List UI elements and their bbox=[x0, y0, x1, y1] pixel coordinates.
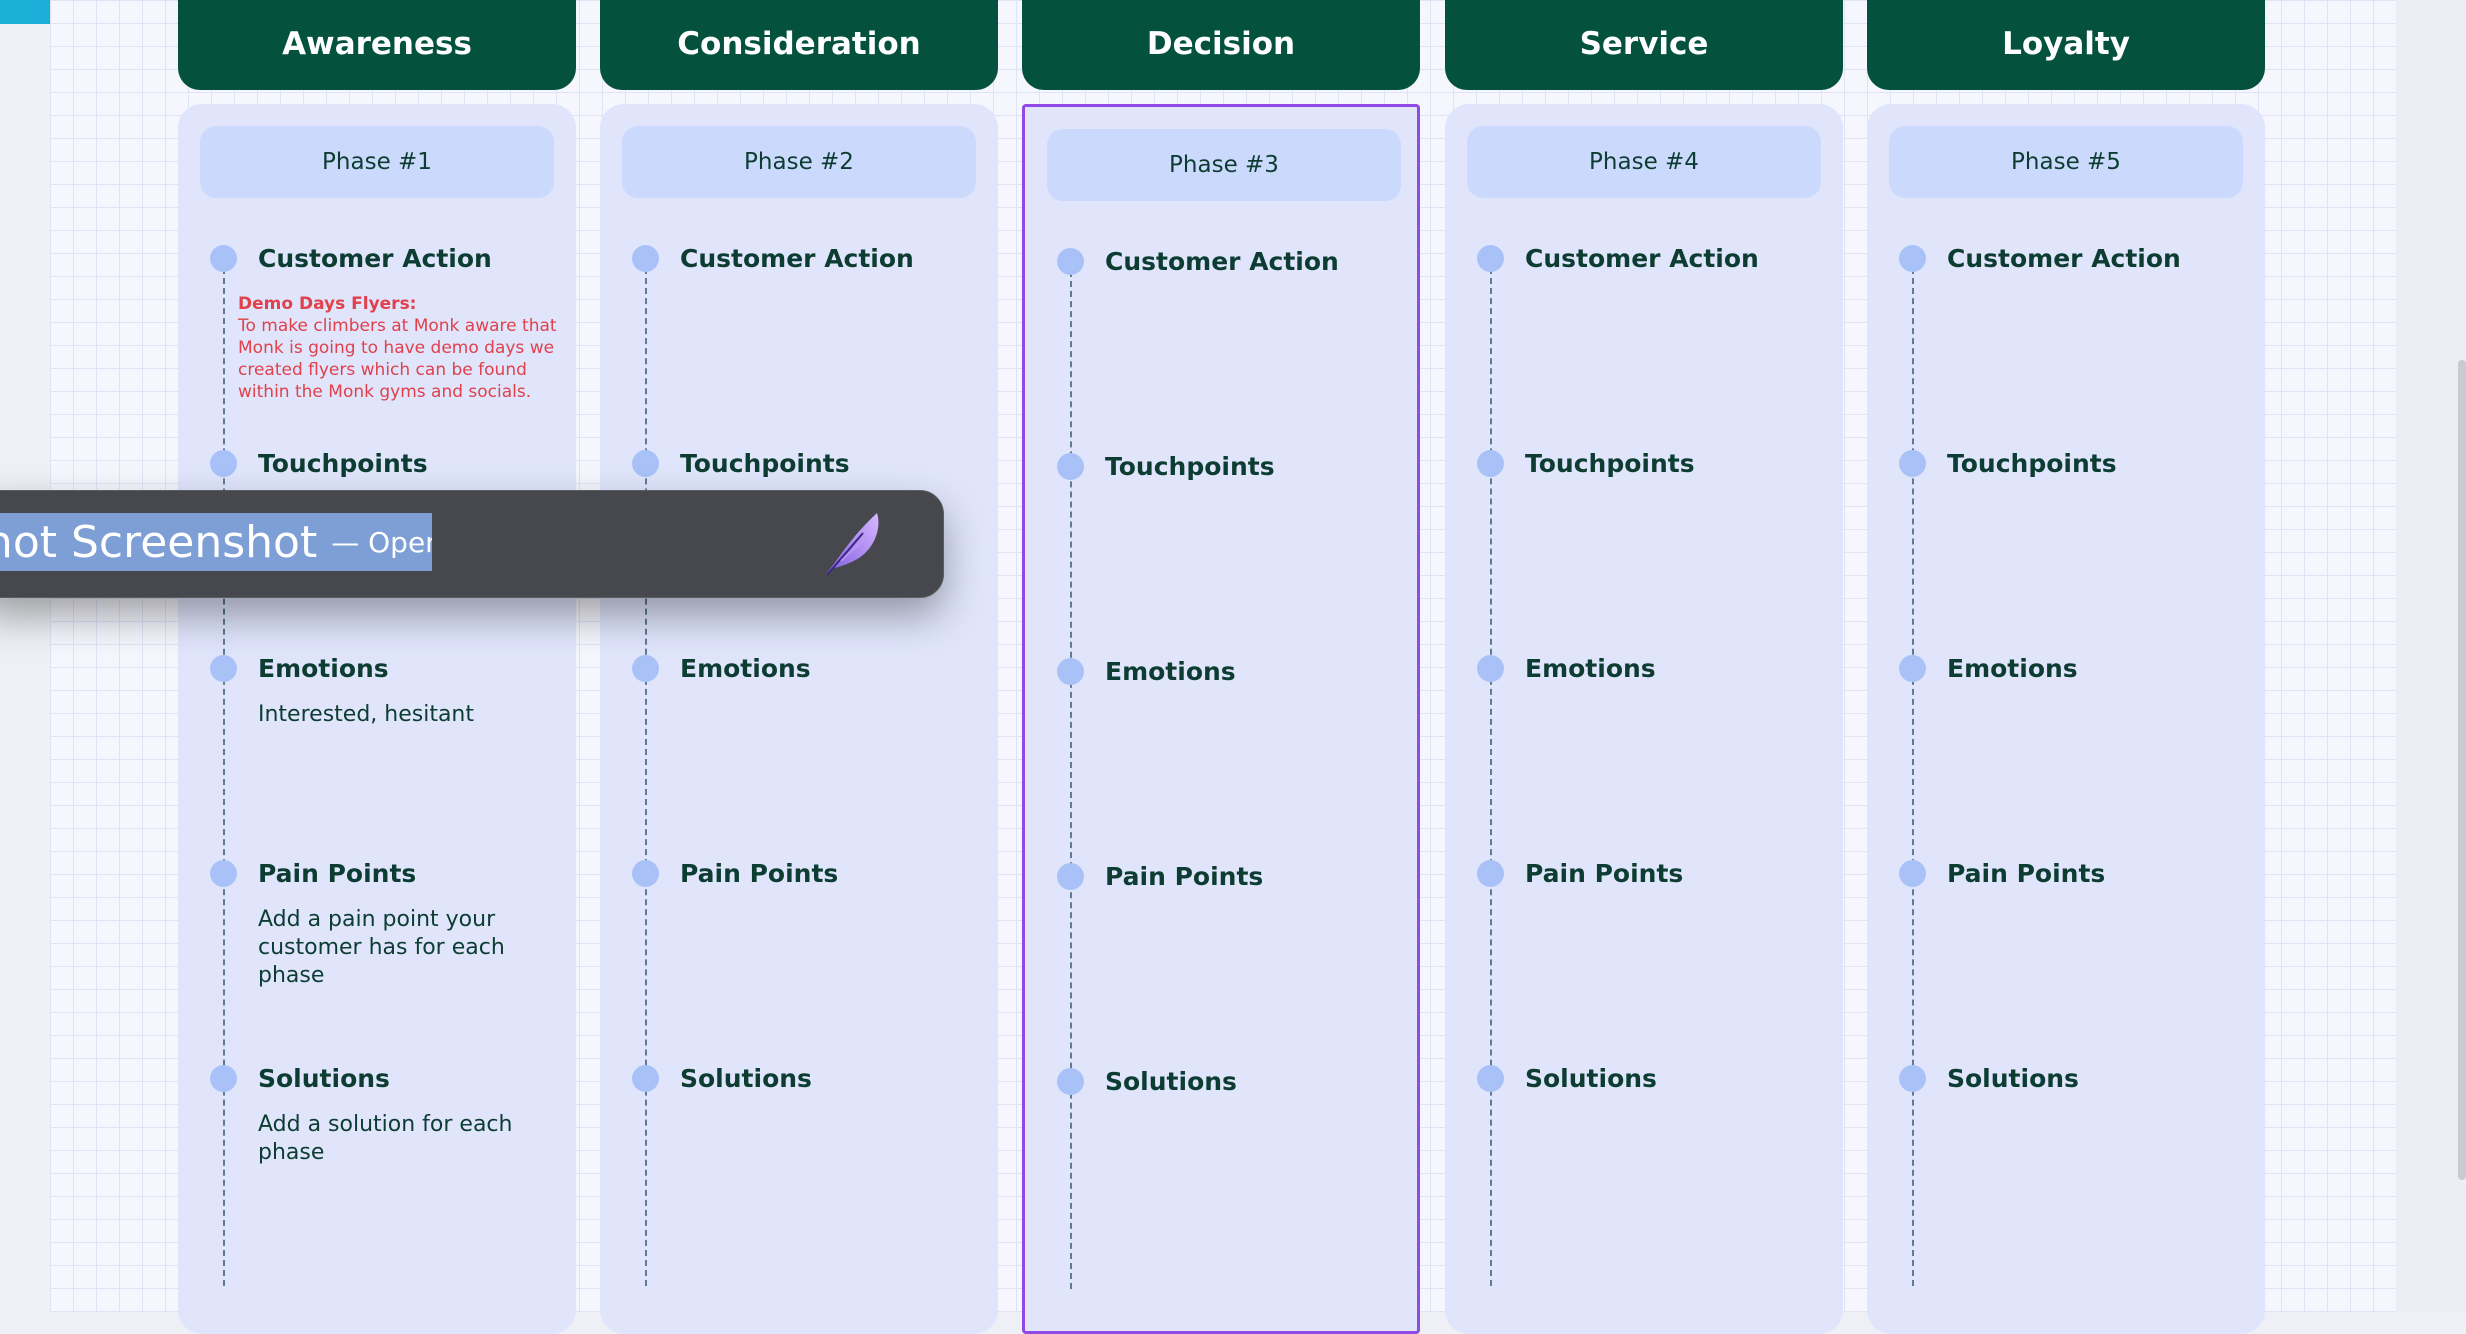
timeline-dot-icon bbox=[210, 245, 237, 272]
timeline-dot-icon bbox=[1899, 245, 1926, 272]
phase-label[interactable]: Phase #5 bbox=[1889, 126, 2243, 198]
section-title: Pain Points bbox=[1525, 859, 1684, 888]
note-title: Demo Days Flyers: bbox=[238, 294, 417, 314]
phase-label[interactable]: Phase #3 bbox=[1047, 129, 1401, 201]
section-title: Touchpoints bbox=[1525, 449, 1695, 478]
timeline-dot-icon bbox=[1477, 450, 1504, 477]
timeline-dot-icon bbox=[1899, 450, 1926, 477]
timeline-dashed-line bbox=[1070, 261, 1072, 1289]
section-title: Touchpoints bbox=[1105, 452, 1275, 481]
section-title: Emotions bbox=[1105, 657, 1236, 686]
phase-label[interactable]: Phase #1 bbox=[200, 126, 554, 198]
timeline-dot-icon bbox=[210, 450, 237, 477]
stage-card[interactable]: Phase #1 Customer Action Demo Days Flyers:… bbox=[178, 104, 576, 1334]
right-gutter bbox=[2396, 0, 2466, 1312]
section-title: Touchpoints bbox=[258, 449, 428, 478]
stage-card[interactable]: Phase #4 Customer Action Touchpoints Emotio… bbox=[1445, 104, 1843, 1334]
section-title: Solutions bbox=[680, 1064, 812, 1093]
stage-card[interactable]: Phase #2 Customer Action Touchpoints Emotio… bbox=[600, 104, 998, 1334]
timeline-dot-icon bbox=[210, 860, 237, 887]
section-title: Solutions bbox=[1525, 1064, 1657, 1093]
timeline-dot-icon bbox=[632, 450, 659, 477]
section-title: Customer Action bbox=[1105, 247, 1339, 276]
timeline-dot-icon bbox=[1477, 1065, 1504, 1092]
phase-label[interactable]: Phase #4 bbox=[1467, 126, 1821, 198]
section-title: Touchpoints bbox=[680, 449, 850, 478]
timeline-dot-icon bbox=[1477, 245, 1504, 272]
section-title: Customer Action bbox=[258, 244, 492, 273]
section-title: Solutions bbox=[1947, 1064, 2079, 1093]
stage-header[interactable]: Service bbox=[1445, 0, 1843, 90]
timeline-dashed-line bbox=[223, 258, 225, 1286]
launcher-open-action[interactable]: — Open bbox=[331, 526, 432, 559]
timeline-dot-icon bbox=[1057, 863, 1084, 890]
timeline-dot-icon bbox=[1057, 453, 1084, 480]
timeline-dot-icon bbox=[1477, 655, 1504, 682]
timeline-dot-icon bbox=[632, 860, 659, 887]
section-title: Pain Points bbox=[1947, 859, 2106, 888]
sticky-note-text[interactable]: Demo Days Flyers: To make climbers at Mon… bbox=[238, 293, 558, 403]
quill-feather-icon bbox=[825, 513, 879, 576]
timeline-dot-icon bbox=[1899, 860, 1926, 887]
timeline-dot-icon bbox=[632, 655, 659, 682]
section-text[interactable]: Add a pain point your customer has for e… bbox=[258, 906, 558, 990]
section-title: Customer Action bbox=[1947, 244, 2181, 273]
launcher-title: Shot Screenshot bbox=[0, 516, 318, 568]
stage-header[interactable]: Awareness bbox=[178, 0, 576, 90]
launcher-highlight[interactable]: Shot Screenshot — Open bbox=[0, 513, 432, 571]
timeline-dot-icon bbox=[1057, 1068, 1084, 1095]
note-body: To make climbers at Monk aware that Monk… bbox=[238, 316, 557, 402]
timeline-dot-icon bbox=[632, 245, 659, 272]
timeline-dashed-line bbox=[1490, 258, 1492, 1286]
section-title: Pain Points bbox=[258, 859, 417, 888]
stage-header[interactable]: Loyalty bbox=[1867, 0, 2265, 90]
section-title: Emotions bbox=[1525, 654, 1656, 683]
section-title: Pain Points bbox=[680, 859, 839, 888]
timeline-dot-icon bbox=[210, 1065, 237, 1092]
section-title: Solutions bbox=[1105, 1067, 1237, 1096]
timeline-dot-icon bbox=[1899, 655, 1926, 682]
section-title: Customer Action bbox=[1525, 244, 1759, 273]
timeline-dashed-line bbox=[645, 258, 647, 1286]
stage-header[interactable]: Consideration bbox=[600, 0, 998, 90]
screenshot-app-launcher[interactable]: Shot Screenshot — Open bbox=[0, 490, 944, 598]
stage-card-selected[interactable]: Phase #3 Customer Action Touchpoints Emotio… bbox=[1022, 104, 1420, 1334]
stage-card[interactable]: Phase #5 Customer Action Touchpoints Emotio… bbox=[1867, 104, 2265, 1334]
timeline-dot-icon bbox=[1057, 248, 1084, 275]
section-title: Touchpoints bbox=[1947, 449, 2117, 478]
timeline-dot-icon bbox=[1057, 658, 1084, 685]
section-text[interactable]: Add a solution for each phase bbox=[258, 1111, 558, 1167]
section-title: Emotions bbox=[258, 654, 389, 683]
phase-label[interactable]: Phase #2 bbox=[622, 126, 976, 198]
section-title: Emotions bbox=[1947, 654, 2078, 683]
vertical-scrollbar[interactable] bbox=[2458, 360, 2466, 1180]
timeline-dot-icon bbox=[632, 1065, 659, 1092]
timeline-dot-icon bbox=[1477, 860, 1504, 887]
section-title: Solutions bbox=[258, 1064, 390, 1093]
timeline-dashed-line bbox=[1912, 258, 1914, 1286]
stage-header[interactable]: Decision bbox=[1022, 0, 1420, 90]
timeline-dot-icon bbox=[1899, 1065, 1926, 1092]
section-title: Customer Action bbox=[680, 244, 914, 273]
section-title: Emotions bbox=[680, 654, 811, 683]
timeline-dot-icon bbox=[210, 655, 237, 682]
section-text[interactable]: Interested, hesitant bbox=[258, 701, 558, 729]
section-title: Pain Points bbox=[1105, 862, 1264, 891]
